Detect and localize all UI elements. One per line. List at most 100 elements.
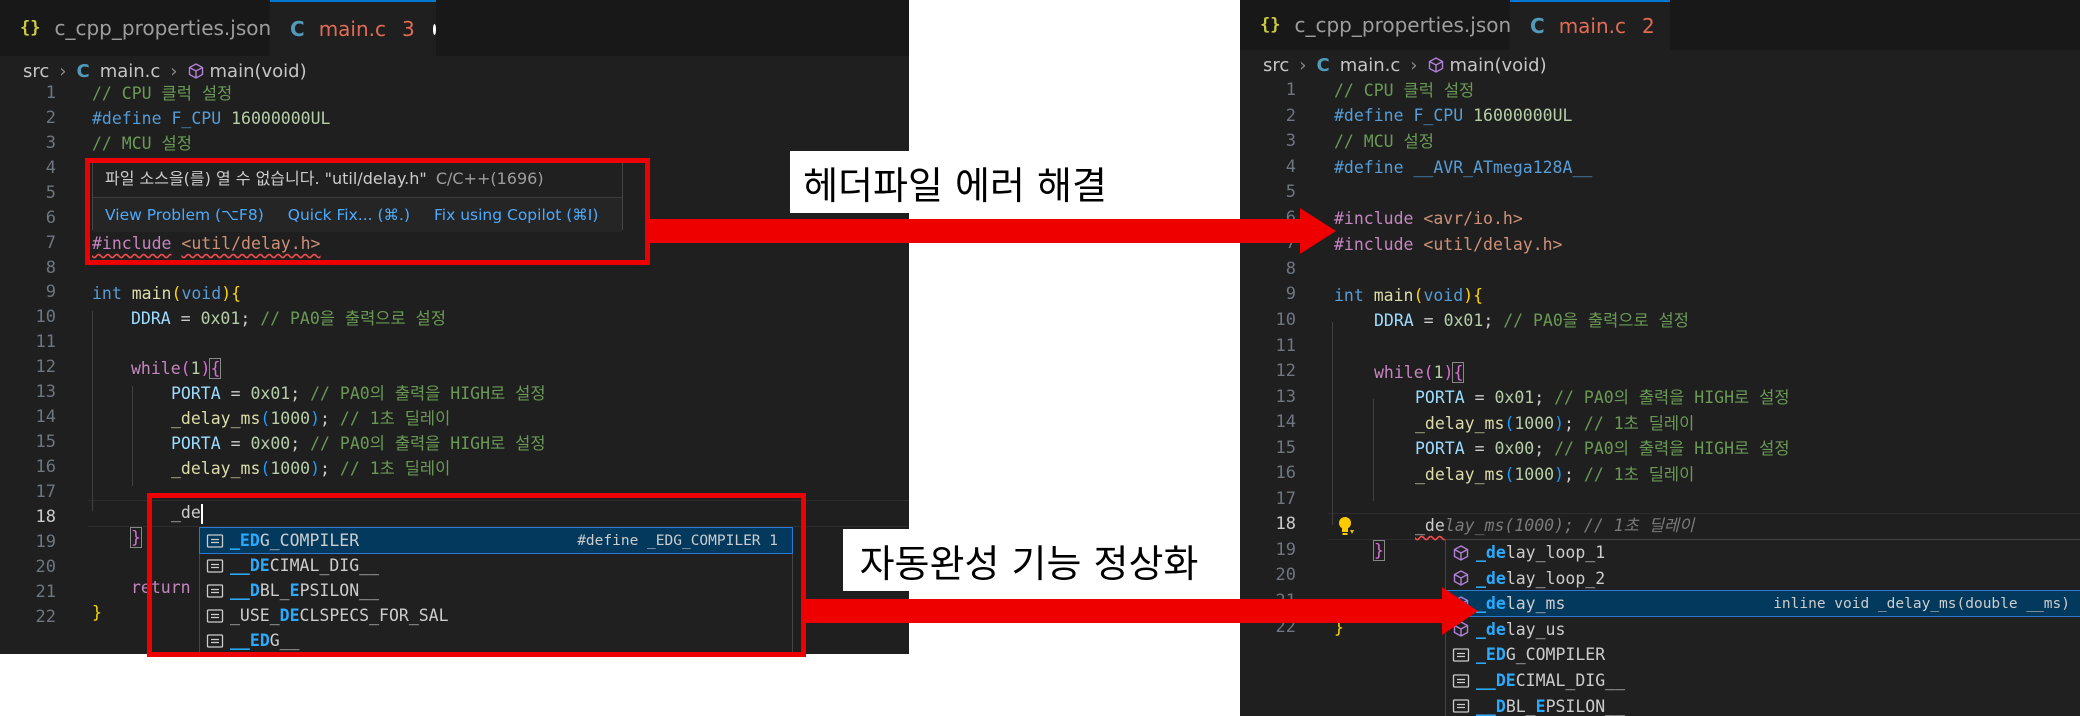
method-cube-icon	[1428, 57, 1443, 73]
highlight-box-error	[85, 158, 650, 265]
line-number: 19	[1275, 539, 1296, 560]
suggestion-item[interactable]: _de lay_ms inline void _delay_ms(double __…	[1445, 590, 2080, 618]
code-line-13[interactable]: PORTA = 0x01; // PA0의 출력을 HIGH로 설정	[1415, 385, 1790, 410]
code-line-3[interactable]: // MCU 설정	[92, 131, 192, 156]
code-line-7[interactable]: #include <util/delay.h>	[1334, 232, 1563, 257]
arrow-bottom-head-icon	[1442, 587, 1478, 635]
code-line-19[interactable]: }	[130, 525, 142, 550]
suggestion-item[interactable]: _de lay_loop_2	[1446, 566, 2080, 591]
suggestion-item[interactable]: __D BL_ E PSILON__	[1446, 694, 2080, 716]
code-line-9[interactable]: int main(void){	[92, 281, 241, 306]
c-file-icon: C	[1316, 54, 1330, 76]
line-number: 18	[35, 506, 56, 527]
line-number: 16	[1275, 463, 1296, 484]
indent-guide	[1332, 322, 1333, 525]
code-line-6[interactable]: #include <avr/io.h>	[1334, 206, 1523, 231]
tab-label: c_cpp_properties.json	[54, 16, 272, 40]
code-line-18[interactable]: _delay_ms(1000); // 1초 딜레이	[1415, 513, 1694, 538]
line-number: 11	[1275, 335, 1296, 356]
c-file-icon: C	[76, 60, 90, 82]
indent-guide	[132, 386, 133, 486]
tab-main-c[interactable]: C main.c 3	[270, 0, 436, 56]
suggestion-item[interactable]: _de lay_loop_1	[1446, 540, 2080, 565]
code-line-10[interactable]: DDRA = 0x01; // PA0을 출력으로 설정	[1374, 308, 1689, 333]
line-number: 10	[35, 307, 56, 328]
line-number: 12	[35, 357, 56, 378]
line-number: 9	[1285, 284, 1296, 305]
code-line-3[interactable]: // MCU 설정	[1334, 129, 1434, 154]
line-number: 8	[45, 257, 56, 278]
code-line-13[interactable]: PORTA = 0x01; // PA0의 출력을 HIGH로 설정	[171, 381, 546, 406]
c-file-icon: C	[290, 17, 305, 41]
tab-c-cpp-properties[interactable]: {} c_cpp_properties.json	[1240, 0, 1511, 50]
code-line-15[interactable]: PORTA = 0x00; // PA0의 출력을 HIGH로 설정	[171, 431, 546, 456]
code-line-1[interactable]: // CPU 클럭 설정	[1334, 78, 1474, 103]
constant-icon	[1452, 673, 1470, 688]
breadcrumb: src › C main.c › main(void)	[1240, 50, 2080, 80]
code-line-1[interactable]: // CPU 클럭 설정	[92, 81, 232, 106]
line-number: 15	[35, 432, 56, 453]
line-number: 4	[45, 157, 56, 178]
code-line-14[interactable]: _delay_ms(1000); // 1초 딜레이	[1415, 411, 1694, 436]
code-line-4[interactable]: #define __AVR_ATmega128A__	[1334, 155, 1592, 180]
suggest-widget: _de lay_loop_1 _de lay_loop_2 _de lay_ms inlin…	[1445, 539, 2080, 716]
line-number: 3	[45, 132, 56, 153]
chevron-right-icon: ›	[59, 60, 67, 82]
breadcrumb-symbol[interactable]: main(void)	[210, 61, 307, 82]
breadcrumb-folder[interactable]: src	[1263, 55, 1289, 76]
breadcrumb-file[interactable]: main.c	[1340, 55, 1401, 76]
code-line-22[interactable]: }	[92, 600, 102, 625]
tab-bar: {} c_cpp_properties.json C main.c 3	[0, 0, 909, 56]
line-number: 6	[45, 207, 56, 228]
line-number: 8	[1285, 258, 1296, 279]
method-icon	[1453, 544, 1469, 561]
tab-label: main.c	[1558, 14, 1627, 38]
chevron-right-icon: ›	[1410, 54, 1418, 76]
highlight-box-autocomplete	[147, 493, 806, 657]
code-line-16[interactable]: _delay_ms(1000); // 1초 딜레이	[171, 456, 450, 481]
tab-c-cpp-properties[interactable]: {} c_cpp_properties.json	[0, 0, 272, 56]
code-line-2[interactable]: #define F_CPU 16000000UL	[92, 106, 330, 131]
breadcrumb-folder[interactable]: src	[23, 61, 49, 82]
code-line-9[interactable]: int main(void){	[1334, 283, 1483, 308]
lightbulb-icon[interactable]	[1336, 515, 1358, 537]
c-file-icon: C	[1530, 14, 1545, 38]
code-line-2[interactable]: #define F_CPU 16000000UL	[1334, 103, 1572, 128]
line-number: 2	[45, 107, 56, 128]
json-file-icon: {}	[1260, 15, 1281, 35]
code-line-12[interactable]: while(1){	[131, 356, 222, 381]
suggestion-item[interactable]: _E D G_COMPILER	[1446, 642, 2080, 667]
suggestion-item[interactable]: _de lay_us	[1446, 617, 2080, 642]
line-number: 12	[1275, 361, 1296, 382]
inline-ghost-suggestion: lay_ms(1000); // 1초 딜레이	[1444, 516, 1695, 535]
line-number: 17	[35, 481, 56, 502]
line-number: 5	[1285, 182, 1296, 203]
unsaved-dot-icon[interactable]	[432, 23, 436, 35]
code-line-15[interactable]: PORTA = 0x00; // PA0의 출력을 HIGH로 설정	[1415, 436, 1790, 461]
problem-count-badge: 3	[402, 17, 415, 41]
code-line-19[interactable]: }	[1373, 538, 1385, 563]
indent-guide	[1373, 399, 1374, 501]
problem-count-badge: 2	[1642, 14, 1655, 38]
json-file-icon: {}	[20, 18, 41, 38]
tab-label: main.c	[318, 17, 387, 41]
line-number: 21	[35, 581, 56, 602]
method-icon	[1453, 570, 1469, 586]
arrow-bottom-shaft	[806, 599, 1446, 623]
chevron-right-icon: ›	[170, 60, 178, 82]
code-line-10[interactable]: DDRA = 0x01; // PA0을 출력으로 설정	[131, 306, 446, 331]
code-line-14[interactable]: _delay_ms(1000); // 1초 딜레이	[171, 406, 450, 431]
code-line-16[interactable]: _delay_ms(1000); // 1초 딜레이	[1415, 462, 1694, 487]
line-number: 18	[1275, 514, 1296, 535]
code-line-12[interactable]: while(1){	[1374, 360, 1465, 385]
arrow-top-head-icon	[1300, 208, 1336, 254]
line-number: 16	[35, 456, 56, 477]
tab-main-c[interactable]: C main.c 2	[1510, 0, 1670, 50]
line-number: 19	[35, 531, 56, 552]
line-number: 14	[35, 407, 56, 428]
breadcrumb-file[interactable]: main.c	[100, 61, 161, 82]
constant-icon	[1452, 699, 1470, 713]
tab-bar: {} c_cpp_properties.json C main.c 2	[1240, 0, 2080, 50]
breadcrumb-symbol[interactable]: main(void)	[1450, 55, 1547, 76]
suggestion-item[interactable]: __DE CIMAL_DIG__	[1446, 668, 2080, 693]
